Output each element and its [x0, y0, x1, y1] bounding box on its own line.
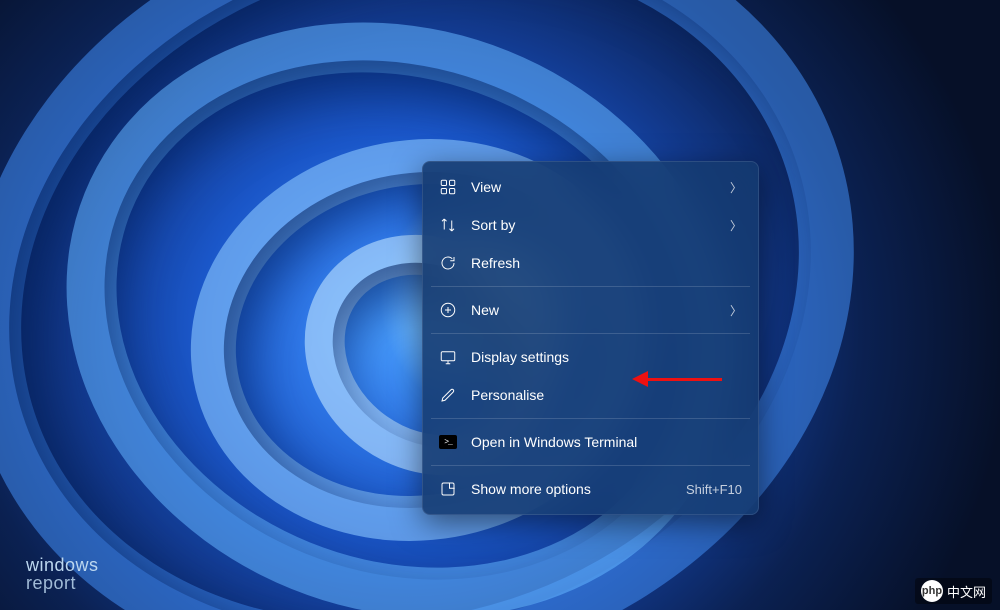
chevron-right-icon: 〉 — [728, 179, 742, 196]
personalise-icon — [437, 384, 459, 406]
terminal-icon — [437, 431, 459, 453]
menu-item-new[interactable]: New 〉 — [429, 291, 752, 329]
menu-item-label: Refresh — [471, 255, 742, 271]
menu-separator — [431, 333, 750, 334]
menu-item-label: Display settings — [471, 349, 742, 365]
menu-item-label: Show more options — [471, 481, 686, 497]
watermark-label: 中文网 — [947, 582, 986, 601]
desktop-context-menu: View 〉 Sort by 〉 Refresh New 〉 — [422, 161, 759, 515]
menu-separator — [431, 418, 750, 419]
menu-item-label: Sort by — [471, 217, 728, 233]
watermark-line: windows — [26, 556, 99, 574]
watermark-logo: php — [921, 580, 943, 602]
menu-item-label: Personalise — [471, 387, 742, 403]
menu-item-shortcut: Shift+F10 — [686, 482, 742, 497]
menu-item-more-options[interactable]: Show more options Shift+F10 — [429, 470, 752, 508]
new-icon — [437, 299, 459, 321]
chevron-right-icon: 〉 — [728, 302, 742, 319]
more-options-icon — [437, 478, 459, 500]
view-icon — [437, 176, 459, 198]
menu-item-sort-by[interactable]: Sort by 〉 — [429, 206, 752, 244]
menu-separator — [431, 465, 750, 466]
sort-icon — [437, 214, 459, 236]
menu-item-label: View — [471, 179, 728, 195]
desktop-background[interactable]: View 〉 Sort by 〉 Refresh New 〉 — [0, 0, 1000, 610]
menu-separator — [431, 286, 750, 287]
menu-item-view[interactable]: View 〉 — [429, 168, 752, 206]
watermark-windows-report: windows report — [26, 556, 99, 592]
chevron-right-icon: 〉 — [728, 217, 742, 234]
menu-item-refresh[interactable]: Refresh — [429, 244, 752, 282]
annotation-arrow — [632, 370, 722, 388]
watermark-line: report — [26, 574, 99, 592]
display-icon — [437, 346, 459, 368]
menu-item-terminal[interactable]: Open in Windows Terminal — [429, 423, 752, 461]
refresh-icon — [437, 252, 459, 274]
menu-item-label: New — [471, 302, 728, 318]
watermark-php-cn: php 中文网 — [915, 578, 992, 604]
menu-item-label: Open in Windows Terminal — [471, 434, 742, 450]
